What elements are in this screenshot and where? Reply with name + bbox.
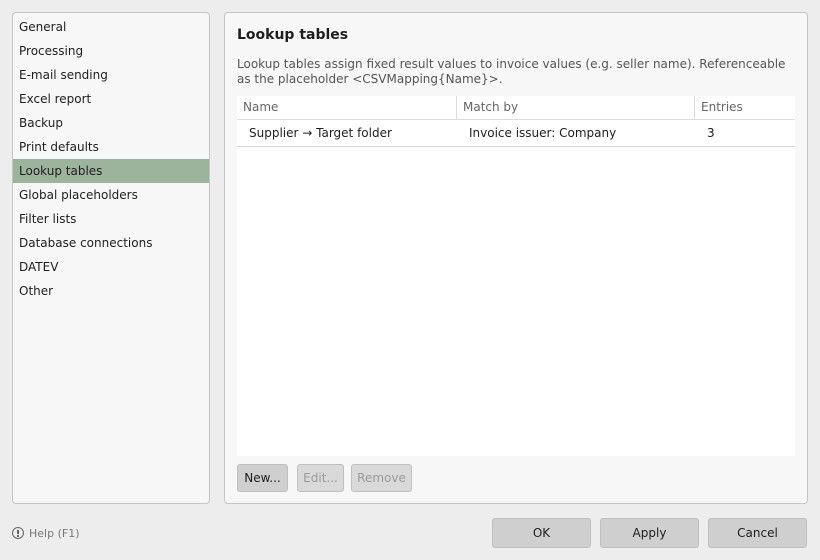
- column-header-match-by[interactable]: Match by: [457, 96, 695, 119]
- help-link[interactable]: Help (F1): [12, 526, 79, 540]
- sidebar-item-general[interactable]: General: [13, 15, 209, 39]
- edit-button[interactable]: Edit...: [297, 464, 344, 492]
- sidebar-item-processing[interactable]: Processing: [13, 39, 209, 63]
- cancel-button[interactable]: Cancel: [708, 518, 807, 548]
- settings-sidebar: General Processing E-mail sending Excel …: [12, 12, 210, 504]
- apply-button[interactable]: Apply: [600, 518, 699, 548]
- table-header: Name Match by Entries: [237, 96, 795, 120]
- sidebar-item-print-defaults[interactable]: Print defaults: [13, 135, 209, 159]
- remove-button[interactable]: Remove: [351, 464, 412, 492]
- new-button[interactable]: New...: [237, 464, 288, 492]
- cell-name: Supplier → Target folder: [249, 126, 392, 140]
- lookup-tables-panel: Lookup tables Lookup tables assign fixed…: [224, 12, 808, 504]
- sidebar-item-backup[interactable]: Backup: [13, 111, 209, 135]
- info-icon: [12, 527, 24, 539]
- ok-button[interactable]: OK: [492, 518, 591, 548]
- sidebar-item-database-connections[interactable]: Database connections: [13, 231, 209, 255]
- sidebar-item-other[interactable]: Other: [13, 279, 209, 303]
- cell-entries: 3: [707, 126, 715, 140]
- sidebar-item-global-placeholders[interactable]: Global placeholders: [13, 183, 209, 207]
- panel-description: Lookup tables assign fixed result values…: [237, 57, 786, 86]
- panel-title: Lookup tables: [237, 27, 349, 43]
- sidebar-item-lookup-tables[interactable]: Lookup tables: [13, 159, 209, 183]
- column-header-entries[interactable]: Entries: [695, 96, 795, 119]
- column-header-name[interactable]: Name: [237, 96, 457, 119]
- cell-match-by: Invoice issuer: Company: [469, 126, 617, 140]
- sidebar-item-excel-report[interactable]: Excel report: [13, 87, 209, 111]
- lookup-tables-table[interactable]: Name Match by Entries Supplier → Target …: [237, 96, 795, 456]
- sidebar-item-email-sending[interactable]: E-mail sending: [13, 63, 209, 87]
- sidebar-item-datev[interactable]: DATEV: [13, 255, 209, 279]
- help-label: Help (F1): [29, 526, 80, 540]
- sidebar-item-filter-lists[interactable]: Filter lists: [13, 207, 209, 231]
- table-row[interactable]: Supplier → Target folder Invoice issuer:…: [237, 120, 795, 147]
